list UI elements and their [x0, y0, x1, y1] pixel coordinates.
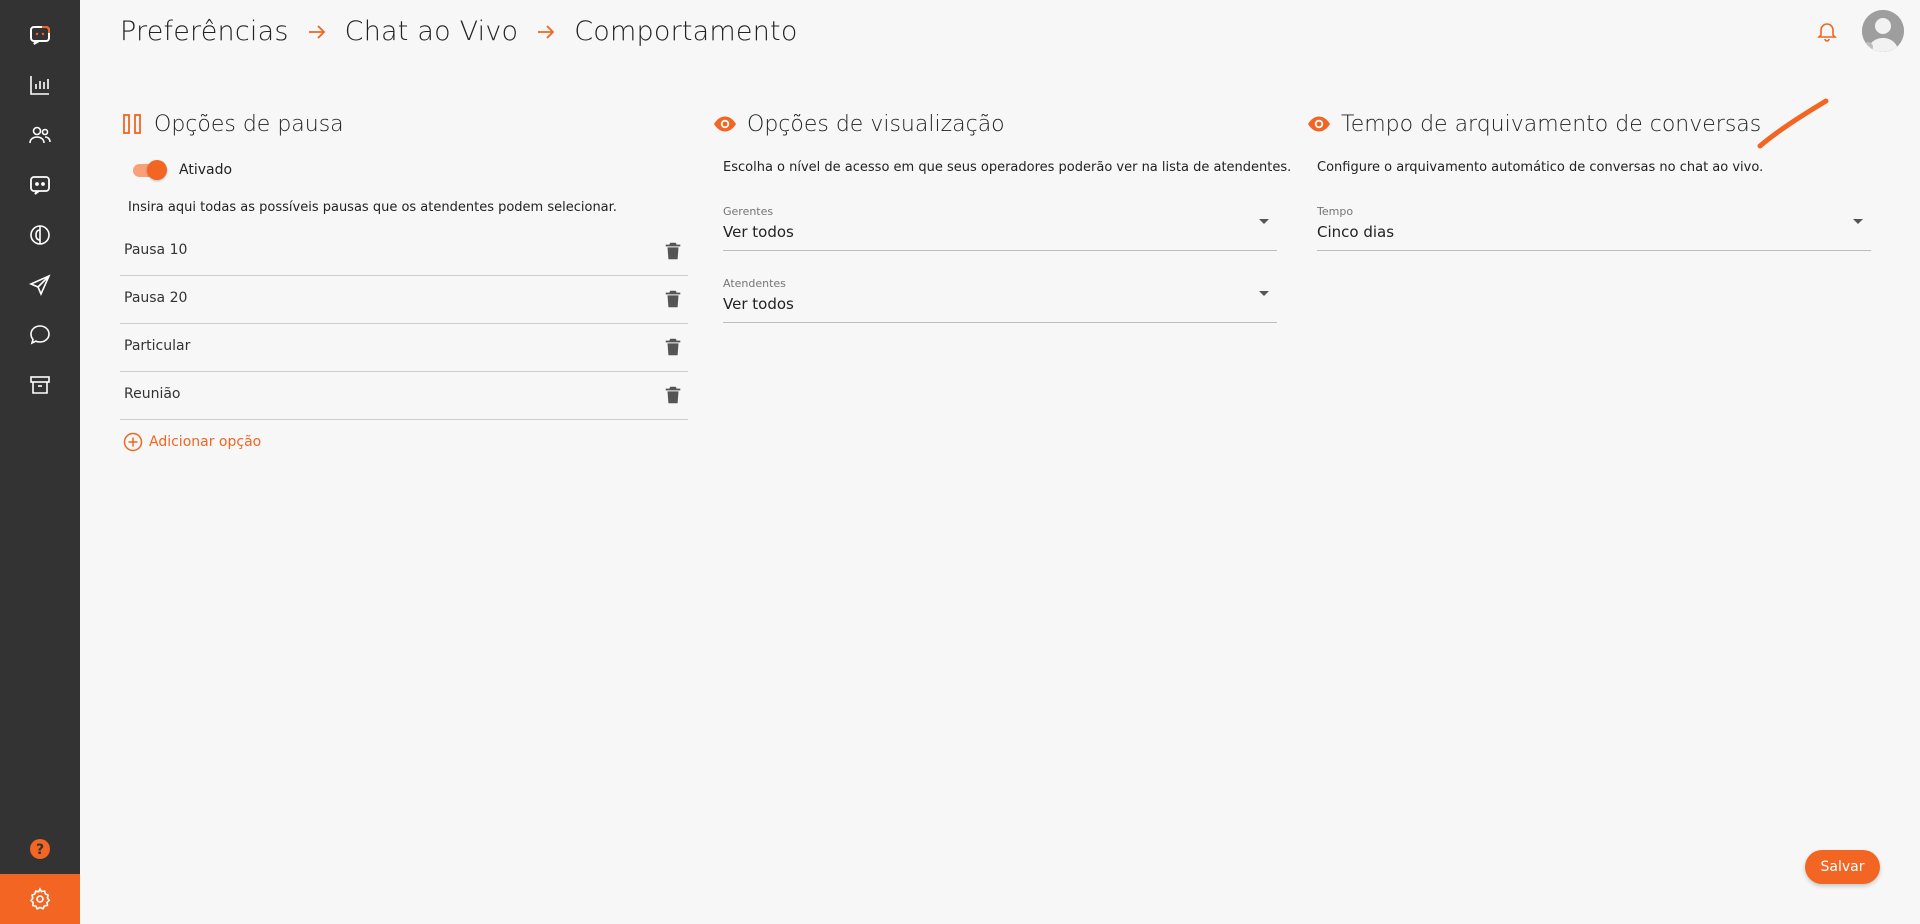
add-option-button[interactable]: Adicionar opção	[123, 432, 261, 452]
send-icon[interactable]	[0, 260, 80, 310]
archive-time-select[interactable]: Tempo Cinco dias	[1317, 193, 1871, 251]
agents-select[interactable]: Atendentes Ver todos	[723, 265, 1277, 323]
decorative-stroke	[1757, 98, 1829, 149]
pause-toggle[interactable]	[131, 160, 167, 180]
dropdown-caret-icon	[1853, 219, 1863, 224]
breadcrumb-item-preferences[interactable]: Preferências	[120, 16, 289, 47]
managers-select[interactable]: Gerentes Ver todos	[723, 193, 1277, 251]
sidebar: ?	[0, 0, 80, 924]
add-circle-icon	[123, 432, 143, 452]
pause-icon	[120, 112, 144, 136]
pause-input[interactable]: Pausa 20	[124, 290, 187, 306]
archive-icon[interactable]	[0, 360, 80, 410]
breadcrumb-item-behavior: Comportamento	[574, 16, 798, 47]
visualization-description: Escolha o nível de acesso em que seus op…	[723, 160, 1292, 175]
visualization-section: Opções de visualização	[713, 108, 1005, 140]
breadcrumb: Preferências Chat ao Vivo Comportamento	[120, 16, 798, 47]
toggle-label: Ativado	[179, 162, 233, 178]
section-title: Opções de pausa	[154, 111, 344, 137]
dropdown-caret-icon	[1259, 219, 1269, 224]
pause-toggle-row: Ativado	[131, 160, 232, 180]
pause-options-section: Opções de pausa	[120, 108, 344, 140]
archive-time-section: Tempo de arquivamento de conversas	[1307, 108, 1761, 140]
archive-description: Configure o arquivamento automático de c…	[1317, 160, 1764, 175]
trash-icon[interactable]	[662, 336, 684, 358]
breadcrumb-item-live-chat[interactable]: Chat ao Vivo	[345, 16, 519, 47]
pause-input[interactable]: Pausa 10	[124, 242, 187, 258]
add-option-label: Adicionar opção	[149, 434, 262, 450]
trash-icon[interactable]	[662, 240, 684, 262]
svg-text:?: ?	[36, 842, 44, 858]
section-title: Opções de visualização	[747, 111, 1005, 137]
pause-list: Pausa 10 Pausa 20 Particular Reunião	[120, 228, 688, 420]
save-button[interactable]: Salvar	[1805, 850, 1880, 884]
trash-icon[interactable]	[662, 288, 684, 310]
select-label: Tempo	[1317, 205, 1354, 218]
pause-input[interactable]: Reunião	[124, 386, 181, 402]
avatar[interactable]	[1862, 10, 1904, 52]
list-item: Particular	[120, 324, 688, 372]
select-label: Atendentes	[723, 277, 786, 290]
select-value: Ver todos	[723, 295, 794, 313]
live-chat-icon[interactable]	[0, 160, 80, 210]
arrow-right-icon	[536, 22, 556, 42]
list-item: Reunião	[120, 372, 688, 420]
select-value: Ver todos	[723, 223, 794, 241]
pause-description: Insira aqui todas as possíveis pausas qu…	[128, 200, 617, 215]
pause-input[interactable]: Particular	[124, 338, 190, 354]
eye-icon	[1307, 112, 1331, 136]
arrow-right-icon	[307, 22, 327, 42]
select-value: Cinco dias	[1317, 223, 1395, 241]
list-item: Pausa 10	[120, 228, 688, 276]
trash-icon[interactable]	[662, 384, 684, 406]
section-title: Tempo de arquivamento de conversas	[1341, 111, 1762, 137]
chat-logo-icon[interactable]	[0, 10, 80, 60]
brain-icon[interactable]	[0, 210, 80, 260]
select-label: Gerentes	[723, 205, 774, 218]
chat-bubble-icon[interactable]	[0, 310, 80, 360]
bar-chart-icon[interactable]	[0, 60, 80, 110]
bell-icon[interactable]	[1815, 19, 1839, 43]
dropdown-caret-icon	[1259, 291, 1269, 296]
list-item: Pausa 20	[120, 276, 688, 324]
eye-icon	[713, 112, 737, 136]
gear-icon[interactable]	[0, 874, 80, 924]
users-icon[interactable]	[0, 110, 80, 160]
help-icon[interactable]: ?	[28, 837, 52, 861]
